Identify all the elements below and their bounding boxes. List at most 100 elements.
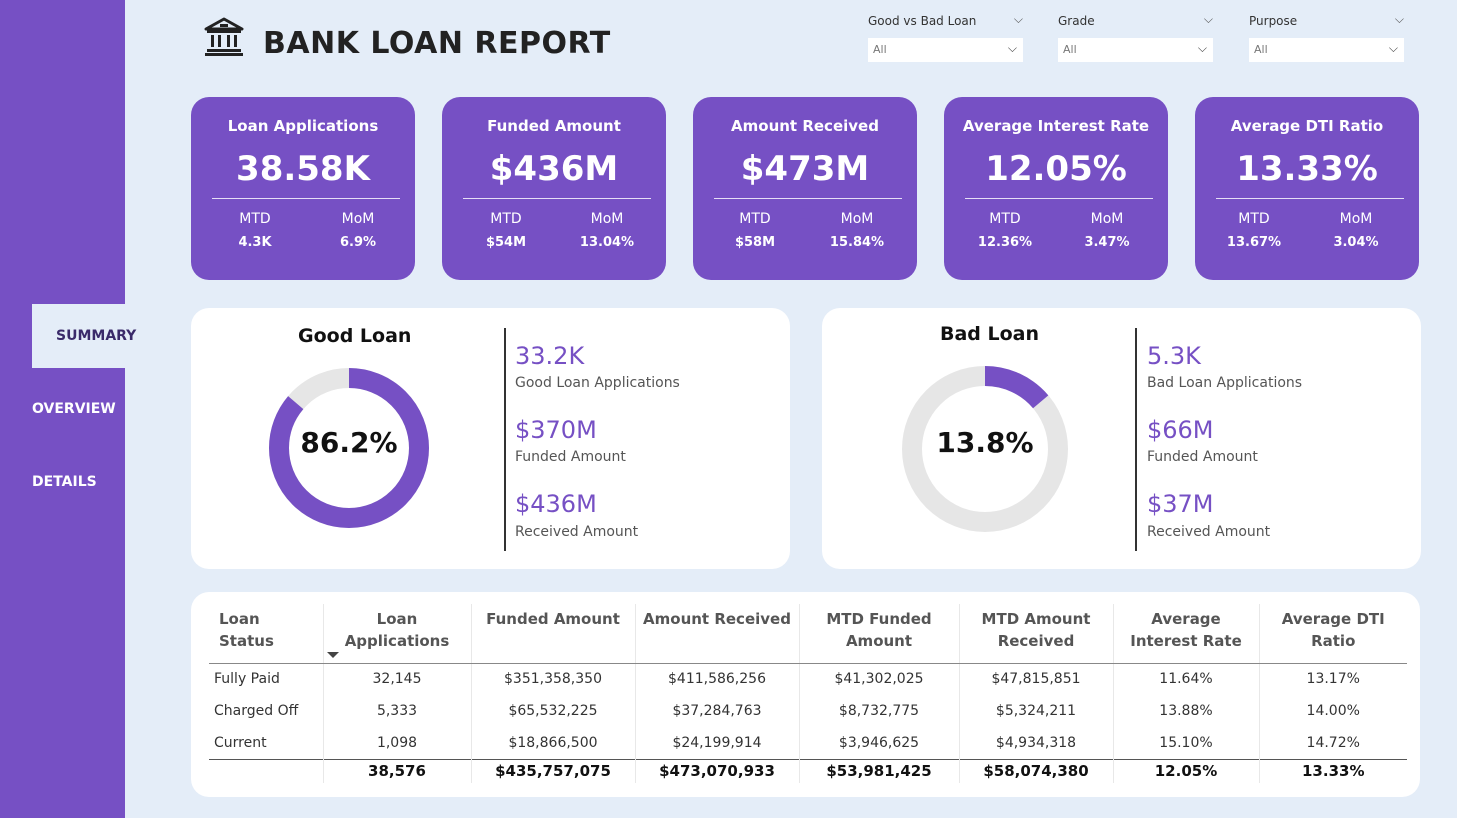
kpi-mom-value: 3.04% <box>1333 235 1379 250</box>
kpi-title: Funded Amount <box>487 117 621 135</box>
filter-label: Good vs Bad Loan <box>868 14 977 28</box>
bad-loan-applications-value: 5.3K <box>1147 342 1201 370</box>
filter-label: Grade <box>1058 14 1095 28</box>
column-header-amount-received[interactable]: Amount Received <box>635 604 800 664</box>
table-cell: $18,866,500 <box>471 727 636 759</box>
filter-purpose[interactable]: Purpose ⌵ All ⌵ <box>1249 12 1404 62</box>
table-cell: 13.17% <box>1306 671 1360 688</box>
filter-dropdown[interactable]: All ⌵ <box>1249 38 1404 62</box>
table-cell: 15.10% <box>1113 727 1260 759</box>
good-loan-funded-value: $370M <box>515 416 597 444</box>
filter-value: All <box>1254 43 1268 56</box>
kpi-mtd-label: MTD <box>1238 211 1270 227</box>
divider <box>714 198 902 199</box>
table-cell: 38,576 <box>323 758 472 783</box>
table-cell: $58,074,380 <box>959 758 1114 783</box>
filter-dropdown[interactable]: All ⌵ <box>868 38 1023 62</box>
table-cell: $47,815,851 <box>959 663 1114 695</box>
bad-loan-title: Bad Loan <box>940 323 1040 345</box>
table-cell: Charged Off <box>209 695 324 727</box>
nav-item-overview[interactable]: OVERVIEW <box>32 401 116 417</box>
table-cell: 12.05% <box>1113 758 1260 783</box>
sidebar: SUMMARY OVERVIEW DETAILS <box>0 0 136 818</box>
kpi-mtd-value: $58M <box>734 235 776 250</box>
column-header-average-interest-rate[interactable]: Average Interest Rate <box>1113 604 1260 664</box>
good-loan-received-value: $436M <box>515 490 597 518</box>
loan-status-table: Loan Status Loan Applications Funded Amo… <box>209 604 1407 783</box>
table-header-row: Loan Status Loan Applications Funded Amo… <box>209 604 1407 664</box>
kpi-mom-value: 6.9% <box>339 235 377 250</box>
kpi-mtd-value: 12.36% <box>977 235 1033 250</box>
good-loan-percent: 86.2% <box>300 426 398 459</box>
nav-item-summary-label: SUMMARY <box>56 328 137 344</box>
divider <box>504 328 506 551</box>
chevron-down-icon: ⌵ <box>1007 41 1017 55</box>
loan-status-table-card: Loan Status Loan Applications Funded Amo… <box>191 592 1420 797</box>
column-header-loan-applications[interactable]: Loan Applications <box>323 604 472 664</box>
kpi-mom-label: MoM <box>1090 211 1124 227</box>
table-cell: $53,981,425 <box>799 758 960 783</box>
bad-loan-panel: Bad Loan 13.8% 5.3K Bad Loan Application… <box>822 308 1421 569</box>
kpi-mtd-value: $54M <box>485 235 527 250</box>
filter-good-vs-bad[interactable]: Good vs Bad Loan ⌵ All ⌵ <box>868 12 1023 62</box>
divider <box>212 198 400 199</box>
divider <box>1216 198 1404 199</box>
chevron-down-icon: ⌵ <box>1197 41 1207 55</box>
table-cell: 11.64% <box>1113 663 1260 695</box>
column-header-loan-status[interactable]: Loan Status <box>209 604 324 664</box>
kpi-title: Average DTI Ratio <box>1230 117 1384 135</box>
kpi-mtd-label: MTD <box>739 211 771 227</box>
table-cell: $3,946,625 <box>799 727 960 759</box>
kpi-title: Average Interest Rate <box>962 117 1150 135</box>
column-header-mtd-amount-received[interactable]: MTD Amount Received <box>959 604 1114 664</box>
good-loan-funded-label: Funded Amount <box>515 449 626 465</box>
nav-item-summary[interactable]: SUMMARY <box>32 304 136 368</box>
kpi-mtd-value: 4.3K <box>238 235 272 250</box>
good-loan-title: Good Loan <box>298 325 412 347</box>
bad-loan-funded-label: Funded Amount <box>1147 449 1258 465</box>
table-cell: $37,284,763 <box>635 695 800 727</box>
kpi-mom-value: 15.84% <box>829 235 885 250</box>
kpi-mtd-label: MTD <box>490 211 522 227</box>
column-header-funded-amount[interactable]: Funded Amount <box>471 604 636 664</box>
chevron-down-icon[interactable]: ⌵ <box>1204 12 1213 27</box>
table-row: Charged Off 5,333 $65,532,225 $37,284,76… <box>209 695 1407 727</box>
good-loan-applications-value: 33.2K <box>515 342 585 370</box>
divider <box>463 198 651 199</box>
kpi-card-funded-amount: Funded Amount $436M MTD $54M MoM 13.04% <box>442 97 666 280</box>
table-cell: $8,732,775 <box>799 695 960 727</box>
table-cell: $24,199,914 <box>635 727 800 759</box>
kpi-value: 38.58K <box>236 149 370 189</box>
table-cell: $5,324,211 <box>959 695 1114 727</box>
column-header-average-dti-ratio[interactable]: Average DTI Ratio <box>1259 604 1407 664</box>
kpi-value: 13.33% <box>1236 149 1378 189</box>
chevron-down-icon[interactable]: ⌵ <box>1014 12 1023 27</box>
bank-icon <box>204 17 244 56</box>
bad-loan-applications-label: Bad Loan Applications <box>1147 375 1303 391</box>
table-cell: $4,934,318 <box>959 727 1114 759</box>
table-cell: $435,757,075 <box>471 758 636 783</box>
filter-dropdown[interactable]: All ⌵ <box>1058 38 1213 62</box>
table-cell: 5,333 <box>323 695 472 727</box>
table-cell: 13.33% <box>1259 758 1407 783</box>
kpi-card-average-interest-rate: Average Interest Rate 12.05% MTD 12.36% M… <box>944 97 1168 280</box>
table-cell: $65,532,225 <box>471 695 636 727</box>
kpi-value: 12.05% <box>985 149 1127 189</box>
bad-loan-received-label: Received Amount <box>1147 524 1271 540</box>
column-header-mtd-funded-amount[interactable]: MTD Funded Amount <box>799 604 960 664</box>
sort-descending-icon[interactable] <box>327 652 339 658</box>
table-cell: 14.00% <box>1306 703 1360 719</box>
kpi-title: Amount Received <box>731 117 879 135</box>
bad-loan-funded-value: $66M <box>1147 416 1214 444</box>
divider <box>965 198 1153 199</box>
filter-grade[interactable]: Grade ⌵ All ⌵ <box>1058 12 1213 62</box>
chevron-down-icon[interactable]: ⌵ <box>1395 12 1404 27</box>
nav-item-details[interactable]: DETAILS <box>32 474 97 490</box>
table-cell: 13.88% <box>1113 695 1260 727</box>
kpi-mom-label: MoM <box>590 211 624 227</box>
kpi-mom-label: MoM <box>341 211 375 227</box>
filter-value: All <box>1063 43 1077 56</box>
kpi-card-average-dti-ratio: Average DTI Ratio 13.33% MTD 13.67% MoM 3.… <box>1195 97 1419 280</box>
table-cell: Current <box>209 727 324 759</box>
table-cell: Fully Paid <box>209 663 324 695</box>
